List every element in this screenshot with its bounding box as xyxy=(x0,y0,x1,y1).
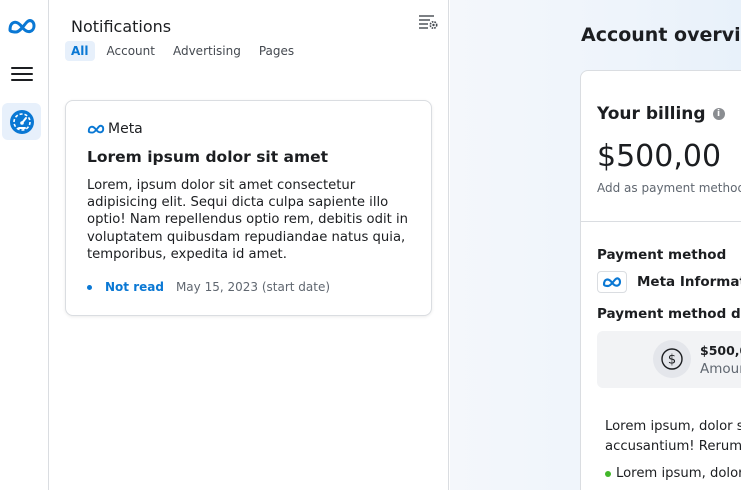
bullet-text: Lorem ipsum, dolor sit xyxy=(616,466,741,481)
billing-paragraph: Lorem ipsum, dolor sit amet accusantium!… xyxy=(605,417,741,457)
payment-details-box: $ $500,00 Amount xyxy=(597,331,741,388)
billing-title-row: Your billing i xyxy=(597,104,725,124)
billing-amount: $500,00 xyxy=(597,139,722,174)
payment-details-label: Payment method details xyxy=(597,306,741,322)
paragraph-line: accusantium! Rerum eius xyxy=(605,439,741,454)
status-badge: Not read xyxy=(105,280,164,294)
billing-title: Your billing xyxy=(597,104,706,124)
page-title: Account overview xyxy=(581,24,741,46)
gauge-dashboard-icon[interactable] xyxy=(2,103,41,140)
main-content: Account overview Your billing i $500,00 … xyxy=(450,0,741,490)
tab-all[interactable]: All xyxy=(65,41,95,61)
card-body: Lorem, ipsum dolor sit amet consectetur … xyxy=(87,178,409,262)
meta-logo-icon xyxy=(87,124,105,134)
billing-card: Your billing i $500,00 Add as payment me… xyxy=(580,70,741,490)
filter-settings-icon[interactable] xyxy=(418,12,440,32)
meta-logo-icon[interactable] xyxy=(7,14,37,38)
payment-method-row[interactable]: Meta Information xyxy=(597,271,741,293)
panel-title: Notifications xyxy=(71,17,172,36)
svg-text:$: $ xyxy=(668,353,676,368)
details-amount: $500,00 xyxy=(700,343,741,358)
info-icon[interactable]: i xyxy=(712,108,725,120)
card-brand: Meta xyxy=(87,121,143,137)
meta-logo-icon xyxy=(597,271,627,293)
details-sub: Amount xyxy=(700,361,741,377)
left-rail xyxy=(0,0,49,490)
card-date: May 15, 2023 (start date) xyxy=(175,280,331,294)
divider xyxy=(581,221,741,222)
card-brand-name: Meta xyxy=(108,121,143,137)
hamburger-menu-icon[interactable] xyxy=(11,63,33,85)
notifications-panel: Notifications All Account Advertising Pa… xyxy=(49,0,449,490)
unread-dot-icon xyxy=(87,284,92,290)
bullet-dot-icon xyxy=(605,470,611,477)
payment-method-name: Meta Information xyxy=(637,274,741,290)
card-meta: Not read May 15, 2023 (start date) xyxy=(87,280,330,294)
notification-card[interactable]: Meta Lorem ipsum dolor sit amet Lorem, i… xyxy=(65,100,432,316)
bullet-item: Lorem ipsum, dolor sit xyxy=(605,466,741,481)
tab-advertising[interactable]: Advertising xyxy=(167,41,247,61)
card-title: Lorem ipsum dolor sit amet xyxy=(87,148,329,166)
notification-tabs: All Account Advertising Pages xyxy=(65,41,300,61)
payment-method-label: Payment method xyxy=(597,247,727,263)
tab-pages[interactable]: Pages xyxy=(253,41,300,61)
tab-account[interactable]: Account xyxy=(101,41,161,61)
add-payment-link[interactable]: Add as payment method xyxy=(597,181,741,195)
dollar-coin-icon: $ xyxy=(653,340,691,378)
paragraph-line: Lorem ipsum, dolor sit amet xyxy=(605,419,741,434)
